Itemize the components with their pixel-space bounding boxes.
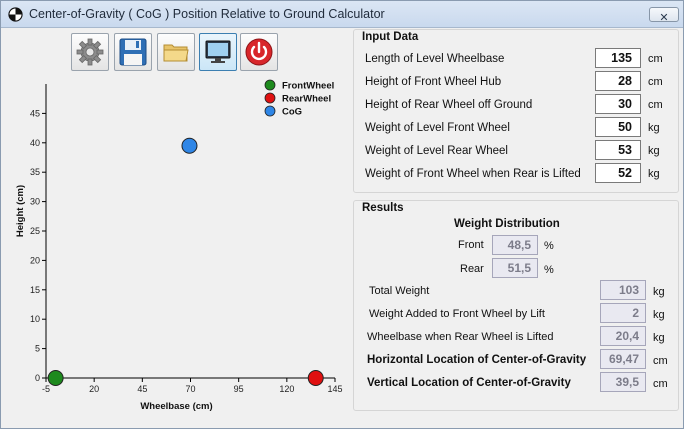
y-tick-label: 20 [30, 255, 40, 265]
input-field-2[interactable]: 30 [595, 94, 641, 114]
data-point-rearwheel [307, 370, 324, 386]
result-unit-4: cm [653, 378, 668, 390]
legend-marker-cog [264, 105, 276, 117]
x-tick-label: 20 [89, 384, 99, 394]
x-tick-label: 120 [279, 384, 294, 394]
app-window: Center-of-Gravity ( CoG ) Position Relat… [0, 0, 684, 429]
x-tick-label: 45 [137, 384, 147, 394]
y-tick-label: 45 [30, 108, 40, 118]
display-button[interactable] [199, 33, 237, 71]
result-value-1: 2 [600, 303, 646, 323]
data-point-cog [181, 137, 198, 154]
x-tick-label: 145 [327, 384, 342, 394]
result-unit-3: cm [653, 355, 668, 367]
open-button[interactable] [157, 33, 195, 71]
power-icon [245, 38, 273, 66]
y-tick-label: 15 [30, 285, 40, 295]
result-value-2: 20,4 [600, 326, 646, 346]
x-tick-label: -5 [42, 384, 50, 394]
x-axis-title: Wheelbase (cm) [140, 401, 212, 412]
cog-scatter-chart: -5 20 45 70 95 120 145 0 5 10 15 20 25 30 35 40 45 Wheelb… [15, 79, 343, 412]
result-label-1: Weight Added to Front Wheel by Lift [369, 308, 545, 320]
y-tick-label: 35 [30, 167, 40, 177]
front-distribution-value: 48,5 [492, 235, 538, 255]
x-tick-label: 95 [234, 384, 244, 394]
input-label-0: Length of Level Wheelbase [365, 53, 505, 65]
exit-button[interactable] [240, 33, 278, 71]
legend-label-cog: CoG [282, 107, 302, 118]
input-field-5[interactable]: 52 [595, 163, 641, 183]
weight-distribution-heading: Weight Distribution [454, 218, 560, 230]
input-label-2: Height of Rear Wheel off Ground [365, 99, 533, 111]
x-tick-label: 70 [185, 384, 195, 394]
floppy-disk-icon [119, 38, 147, 66]
input-label-3: Weight of Level Front Wheel [365, 122, 510, 134]
close-button[interactable]: ✕ [649, 7, 679, 24]
rear-distribution-value: 51,5 [492, 258, 538, 278]
y-axis-title: Height (cm) [15, 185, 26, 237]
input-unit-5: kg [648, 168, 660, 180]
y-tick-label: 5 [35, 344, 40, 354]
result-label-3: Horizontal Location of Center-of-Gravity [367, 354, 587, 366]
input-unit-0: cm [648, 53, 663, 65]
y-tick-label: 40 [30, 138, 40, 148]
result-unit-1: kg [653, 309, 665, 321]
cog-target-icon [8, 7, 23, 22]
input-unit-1: cm [648, 76, 663, 88]
legend-label-frontwheel: FrontWheel [282, 81, 334, 92]
results-title: Results [362, 202, 404, 214]
legend-label-rearwheel: RearWheel [282, 94, 331, 105]
y-tick-label: 30 [30, 197, 40, 207]
y-tick-label: 0 [35, 373, 40, 383]
y-tick-label: 10 [30, 314, 40, 324]
input-data-title: Input Data [362, 31, 419, 43]
input-unit-4: kg [648, 145, 660, 157]
monitor-icon [205, 40, 231, 63]
input-label-5: Weight of Front Wheel when Rear is Lifte… [365, 168, 581, 180]
gear-icon [76, 38, 104, 66]
results-panel: Results Weight Distribution Front 48,5 %… [353, 200, 679, 411]
title-bar: Center-of-Gravity ( CoG ) Position Relat… [1, 1, 683, 28]
result-value-3: 69,47 [600, 349, 646, 369]
result-unit-0: kg [653, 286, 665, 298]
front-distribution-label: Front [458, 239, 484, 251]
front-distribution-unit: % [544, 240, 554, 252]
save-button[interactable] [114, 33, 152, 71]
settings-button[interactable] [71, 33, 109, 71]
folder-icon [163, 44, 189, 62]
rear-distribution-unit: % [544, 264, 554, 276]
input-unit-2: cm [648, 99, 663, 111]
input-label-4: Weight of Level Rear Wheel [365, 145, 508, 157]
input-field-0[interactable]: 135 [595, 48, 641, 68]
input-field-3[interactable]: 50 [595, 117, 641, 137]
result-value-0: 103 [600, 280, 646, 300]
legend-marker-frontwheel [264, 79, 276, 91]
window-title: Center-of-Gravity ( CoG ) Position Relat… [29, 7, 385, 21]
input-field-4[interactable]: 53 [595, 140, 641, 160]
input-label-1: Height of Front Wheel Hub [365, 76, 502, 88]
data-point-frontwheel [47, 370, 64, 386]
result-value-4: 39,5 [600, 372, 646, 392]
legend-marker-rearwheel [264, 92, 276, 104]
close-icon: ✕ [659, 12, 669, 24]
input-field-1[interactable]: 28 [595, 71, 641, 91]
y-tick-label: 25 [30, 226, 40, 236]
result-label-4: Vertical Location of Center-of-Gravity [367, 377, 571, 389]
input-data-panel: Input Data Length of Level Wheelbase 135 c… [353, 29, 679, 193]
result-unit-2: kg [653, 332, 665, 344]
rear-distribution-label: Rear [460, 263, 484, 275]
input-unit-3: kg [648, 122, 660, 134]
result-label-0: Total Weight [369, 285, 430, 297]
result-label-2: Wheelbase when Rear Wheel is Lifted [367, 331, 554, 343]
